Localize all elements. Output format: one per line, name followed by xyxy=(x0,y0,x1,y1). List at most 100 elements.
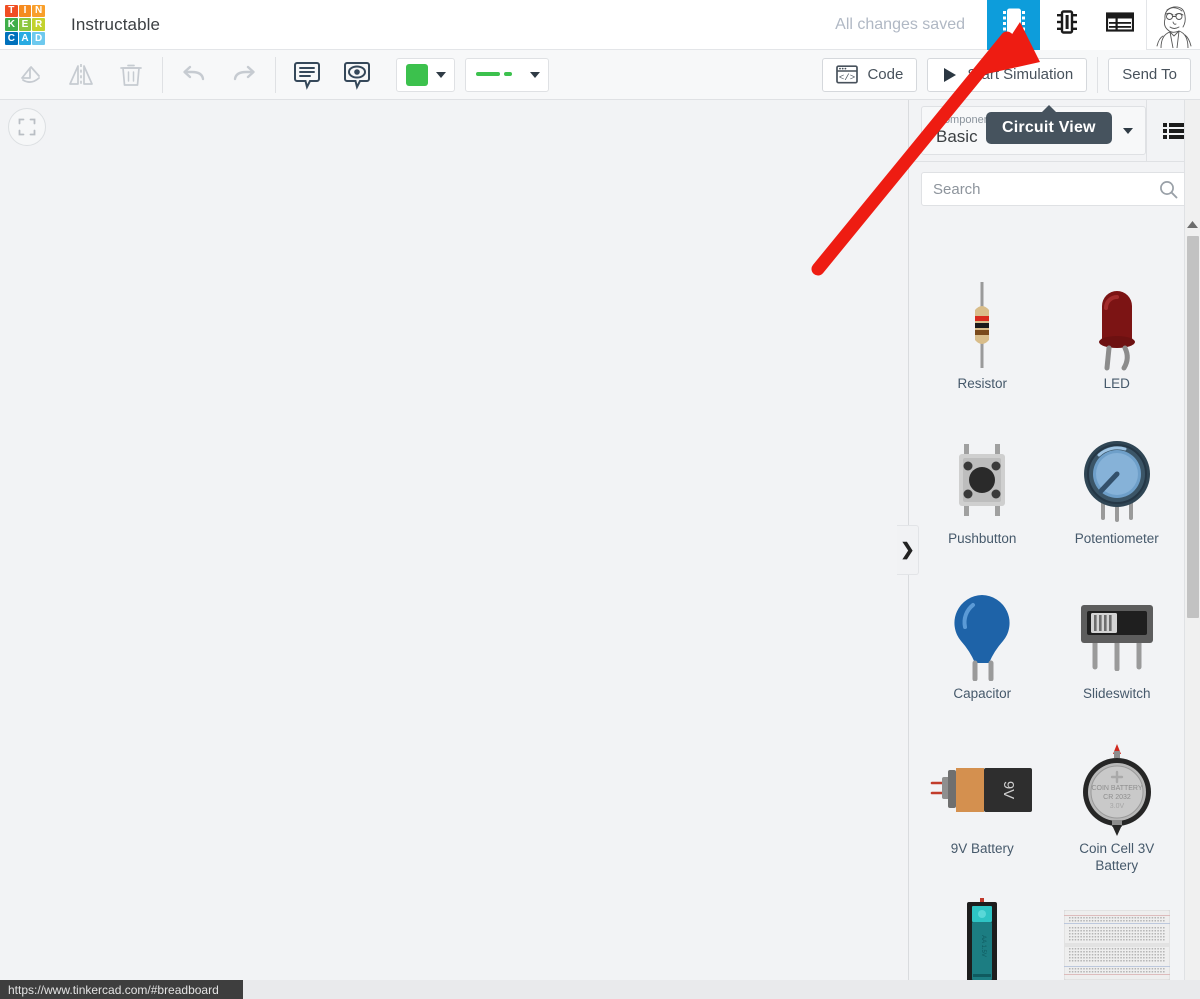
components-grid: Resistor LED Pushbutton Potentiometer Ca… xyxy=(909,255,1184,999)
redo-icon xyxy=(233,65,255,80)
schematic-view-button[interactable] xyxy=(1040,0,1093,50)
list-icon xyxy=(1162,122,1185,139)
logo-tile-r-5: R xyxy=(32,18,45,31)
search-icon[interactable] xyxy=(1159,180,1178,204)
component-item[interactable]: Slideswitch xyxy=(1050,573,1185,728)
rotate-icon xyxy=(21,65,40,83)
components-list-view-button[interactable] xyxy=(1093,0,1146,50)
component-label: Potentiometer xyxy=(1074,531,1159,546)
mirror-button[interactable] xyxy=(56,50,106,100)
slideswitch-icon xyxy=(1075,587,1159,683)
start-simulation-label: Start Simulation xyxy=(967,66,1074,83)
logo-tile-e-4: E xyxy=(18,18,32,31)
logo-tile-n-2: N xyxy=(32,4,45,18)
potentiometer-icon xyxy=(1079,432,1155,528)
annotation-tools-group xyxy=(276,50,388,100)
resistor-icon xyxy=(962,277,1002,373)
wire-color-picker[interactable] xyxy=(396,57,455,92)
search-box[interactable] xyxy=(921,172,1188,206)
svg-text:</>: </> xyxy=(839,73,855,83)
avatar[interactable] xyxy=(1146,0,1200,50)
component-label: LED xyxy=(1103,376,1130,391)
code-button[interactable]: </> Code xyxy=(822,57,918,92)
status-bar: https://www.tinkercad.com/#breadboard xyxy=(0,980,243,999)
component-label: Resistor xyxy=(957,376,1007,391)
component-item[interactable]: Capacitor xyxy=(915,573,1050,728)
code-window-icon: </> xyxy=(836,65,859,84)
code-button-label: Code xyxy=(867,66,904,83)
panel-collapse-handle[interactable]: ❯ xyxy=(897,525,919,575)
transform-tools-group xyxy=(0,50,162,100)
redo-button[interactable] xyxy=(219,50,269,100)
breadboard-icon xyxy=(1002,7,1026,42)
capacitor-icon xyxy=(949,587,1015,683)
logo-tile-c-6: C xyxy=(5,31,18,45)
toolbar-divider-3 xyxy=(1097,56,1099,93)
tinkercad-logo[interactable]: TIN KER CAD xyxy=(3,3,47,47)
color-swatch xyxy=(406,63,428,86)
svg-text:COIN BATTERY: COIN BATTERY xyxy=(1091,785,1142,792)
battery9v-icon: 9V xyxy=(930,742,1034,838)
components-panel: Components Basic Search Resistor LED Pus… xyxy=(908,100,1200,999)
search-input[interactable] xyxy=(922,180,1187,198)
coincell-icon: COIN BATTERY CR 2032 3.0V xyxy=(1078,742,1156,838)
scroll-up-arrow[interactable] xyxy=(1185,216,1200,233)
notes-button[interactable] xyxy=(282,50,332,100)
logo-tile-t-0: T xyxy=(5,4,18,18)
visibility-button[interactable] xyxy=(332,50,382,100)
component-item[interactable]: 9V 9V Battery xyxy=(915,728,1050,883)
breadboard-view-button[interactable] xyxy=(987,0,1040,50)
led-icon xyxy=(1086,277,1148,373)
note-icon xyxy=(294,61,320,90)
circuit-canvas[interactable] xyxy=(0,100,896,999)
component-label: Capacitor xyxy=(953,686,1012,701)
mirror-icon xyxy=(69,63,93,86)
logo-tile-i-1: I xyxy=(18,4,32,18)
eye-icon xyxy=(344,61,370,90)
svg-text:9V: 9V xyxy=(1000,781,1017,799)
tinkercad-circuits-app: TIN KER CAD Instructable All changes saved xyxy=(0,0,1200,999)
zoom-to-fit-button[interactable] xyxy=(8,108,46,146)
component-item[interactable]: Resistor xyxy=(915,263,1050,418)
undo-icon xyxy=(183,65,205,80)
document-title: Instructable xyxy=(71,14,161,34)
chevron-down-icon xyxy=(530,71,540,78)
component-label: Coin Cell 3V Battery xyxy=(1079,841,1155,873)
rotate-button[interactable] xyxy=(6,50,56,100)
breadboard-icon xyxy=(1063,897,1170,993)
component-item[interactable]: Pushbutton xyxy=(915,418,1050,573)
logo-tile-d-8: D xyxy=(32,31,45,45)
play-icon xyxy=(944,67,957,82)
chevron-down-icon xyxy=(1123,127,1133,134)
svg-text:AA 1.5V: AA 1.5V xyxy=(980,935,986,957)
logo-tile-k-3: K xyxy=(5,18,18,31)
toolbar-right-group: </> Code Start Simulation Send To xyxy=(812,56,1200,93)
logo-tile-a-7: A xyxy=(18,31,32,45)
search-area xyxy=(909,162,1200,214)
chevron-down-icon xyxy=(436,71,446,78)
avatar-sketch-icon xyxy=(1150,1,1197,48)
start-simulation-button[interactable]: Start Simulation xyxy=(927,57,1088,92)
wire-style-picker[interactable] xyxy=(465,57,549,92)
components-scrollbar[interactable] xyxy=(1184,100,1200,999)
pushbutton-icon xyxy=(951,432,1013,528)
chevron-right-icon: ❯ xyxy=(900,540,915,559)
battery15v-icon: AA 1.5V xyxy=(959,897,1005,993)
component-label: 9V Battery xyxy=(950,841,1014,856)
save-status-text: All changes saved xyxy=(835,15,965,33)
circuit-view-tooltip: Circuit View xyxy=(986,105,1112,144)
fit-frame-icon xyxy=(18,118,36,136)
component-item[interactable]: Potentiometer xyxy=(1050,418,1185,573)
svg-text:3.0V: 3.0V xyxy=(1110,803,1125,810)
delete-button[interactable] xyxy=(106,50,156,100)
send-to-button[interactable]: Send To xyxy=(1108,57,1191,92)
component-label: Slideswitch xyxy=(1082,686,1151,701)
top-bar: TIN KER CAD Instructable All changes saved xyxy=(0,0,1200,50)
edit-toolbar: </> Code Start Simulation Send To xyxy=(0,50,1200,100)
component-item[interactable]: LED xyxy=(1050,263,1185,418)
svg-text:CR 2032: CR 2032 xyxy=(1103,794,1131,801)
scrollbar-thumb[interactable] xyxy=(1187,236,1199,618)
component-item[interactable]: COIN BATTERY CR 2032 3.0V Coin Cell 3V B… xyxy=(1050,728,1185,883)
send-to-label: Send To xyxy=(1122,66,1177,83)
undo-button[interactable] xyxy=(169,50,219,100)
